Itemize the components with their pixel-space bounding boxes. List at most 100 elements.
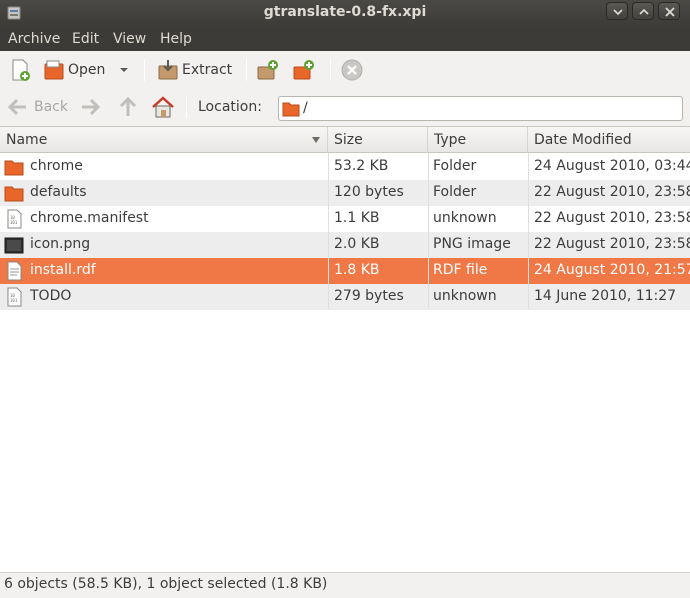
column-label: Size [334,132,363,148]
window-title: gtranslate-0.8-fx.xpi [263,4,427,20]
folder-icon [282,102,300,117]
menu-bar: Archive Edit View Help [0,27,690,51]
minimize-button[interactable] [606,2,628,20]
column-header-date-modified[interactable]: Date Modified [528,127,690,153]
cell-size: 53.2 KB [334,158,389,174]
column-label: Name [6,132,48,148]
cell-type: PNG image [433,236,511,252]
column-label: Date Modified [534,132,632,148]
back-button[interactable]: Back [6,93,68,121]
new-archive-icon [12,59,30,81]
image-file-icon [4,237,24,254]
home-button[interactable] [150,93,176,121]
cell-size: 1.1 KB [334,210,380,226]
menu-edit[interactable]: Edit [72,31,99,47]
extract-label: Extract [182,62,233,78]
location-bar: Back Location: / [0,89,690,125]
cell-name: icon.png [30,236,91,252]
column-divider [528,153,529,309]
open-label: Open [68,62,106,78]
open-archive-icon [44,60,64,80]
column-header-type[interactable]: Type [428,127,528,153]
table-row[interactable]: chrome 53.2 KB Folder 24 August 2010, 03:44 [0,154,690,180]
binary-file-icon: 10101 [7,287,22,307]
toolbar-separator [186,96,187,118]
stop-icon [341,59,363,81]
menu-help[interactable]: Help [160,31,192,47]
back-label: Back [34,99,68,115]
home-icon [152,96,174,118]
cell-date-modified: 14 June 2010, 11:27 [534,288,677,304]
minimize-icon [613,9,623,16]
status-bar: 6 objects (58.5 KB), 1 object selected (… [0,572,690,598]
forward-button[interactable] [78,93,102,121]
cell-size: 279 bytes [334,288,404,304]
location-value: / [303,100,308,116]
location-label: Location: [198,99,262,115]
cell-type: Folder [433,158,477,174]
cell-name: TODO [30,288,72,304]
table-row[interactable]: icon.png 2.0 KB PNG image 22 August 2010, 2… [0,232,690,258]
add-folder-icon [293,60,314,80]
up-arrow-icon [119,96,137,116]
cell-date-modified: 24 August 2010, 21:57 [534,262,690,278]
column-label: Type [434,132,467,148]
location-field[interactable]: / [278,96,683,121]
column-header-name[interactable]: Name [0,127,328,153]
cell-date-modified: 24 August 2010, 03:44 [534,158,690,174]
cell-type: Folder [433,184,477,200]
table-row[interactable]: 10 101 chrome.manifest 1.1 KB unknown 22 Augu… [0,206,690,232]
stop-button[interactable] [340,56,364,84]
menu-view[interactable]: View [113,31,146,47]
table-row[interactable]: defaults 120 bytes Folder 22 August 2010, 2… [0,180,690,206]
column-divider [428,153,429,309]
svg-text:101: 101 [10,298,18,303]
cell-date-modified: 22 August 2010, 23:58 [534,236,690,252]
cell-type: unknown [433,288,497,304]
table-row[interactable]: install.rdf 1.8 KB RDF file 24 August 2010,… [0,258,690,284]
column-header-size[interactable]: Size [328,127,428,153]
toolbar-separator [246,59,247,81]
up-button[interactable] [116,93,140,121]
table-row[interactable]: 10 101 TODO 279 bytes unknown 14 June 2010, 1… [0,284,690,310]
column-divider [328,153,329,309]
new-archive-button[interactable] [8,56,32,84]
text-file-icon [7,261,22,281]
file-list: Name Size Type Date Modified chrome 53.2 … [0,126,690,572]
cell-size: 1.8 KB [334,262,380,278]
cell-name: chrome [30,158,83,174]
toolbar-separator [144,59,145,81]
cell-date-modified: 22 August 2010, 23:58 [534,184,690,200]
menu-archive[interactable]: Archive [8,31,60,47]
chevron-down-icon [120,68,128,72]
cell-name: defaults [30,184,87,200]
toolbar-separator [330,59,331,81]
toolbar: Open Extract [0,51,690,89]
svg-text:101: 101 [10,220,18,225]
open-dropdown-button[interactable] [118,56,130,84]
cell-type: RDF file [433,262,488,278]
cell-date-modified: 22 August 2010, 23:58 [534,210,690,226]
cell-name: chrome.manifest [30,210,149,226]
add-files-button[interactable] [256,56,280,84]
sort-descending-icon [312,137,320,143]
close-icon [665,7,675,17]
folder-icon [4,160,24,176]
cell-name: install.rdf [30,262,96,278]
cell-type: unknown [433,210,497,226]
extract-icon [158,60,178,80]
status-text: 6 objects (58.5 KB), 1 object selected (… [4,576,328,592]
maximize-icon [639,8,649,15]
cell-size: 2.0 KB [334,236,380,252]
close-button[interactable] [658,2,680,20]
back-arrow-icon [7,98,26,116]
add-files-icon [257,60,278,80]
folder-icon [4,186,24,202]
forward-arrow-icon [82,98,101,116]
binary-file-icon: 10101 [7,209,22,229]
maximize-button[interactable] [632,2,654,20]
open-button[interactable]: Open [42,56,105,84]
title-bar: gtranslate-0.8-fx.xpi [0,0,690,27]
add-folder-button[interactable] [292,56,316,84]
extract-button[interactable]: Extract [156,56,232,84]
